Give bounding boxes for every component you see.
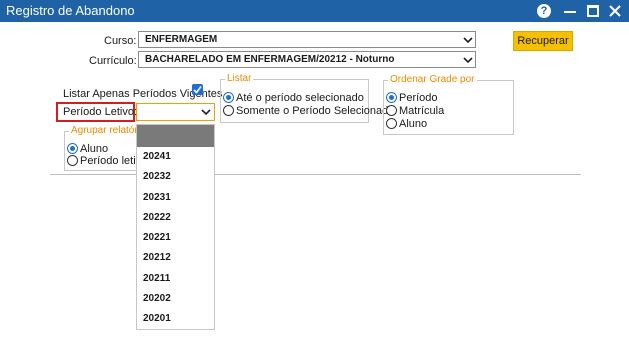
radio-icon	[386, 118, 397, 129]
listar-option-ate[interactable]: Até o período selecionado	[223, 92, 364, 104]
window-title: Registro de Abandono	[6, 3, 135, 18]
periodo-select[interactable]	[136, 103, 215, 121]
close-button[interactable]	[606, 2, 624, 20]
listar-legend: Listar	[225, 73, 254, 84]
radio-selected-icon	[223, 92, 234, 103]
chevron-down-icon	[201, 109, 211, 116]
agrupar-option-label: Aluno	[80, 143, 109, 155]
ordenar-option-label: Aluno	[399, 118, 428, 130]
periodo-option[interactable]: 20202	[137, 289, 214, 309]
periodo-option[interactable]: 20221	[137, 228, 214, 248]
radio-selected-icon	[386, 92, 397, 103]
curso-select[interactable]: ENFERMAGEM	[138, 31, 476, 48]
separator-line	[50, 174, 581, 175]
check-icon	[193, 86, 202, 94]
maximize-icon	[587, 5, 599, 17]
periodo-option[interactable]: 20201	[137, 309, 214, 329]
curriculo-select[interactable]: BACHARELADO EM ENFERMAGEM/20212 - Noturn…	[138, 51, 476, 68]
recuperar-button[interactable]: Recuperar	[513, 31, 573, 51]
ordenar-option-label: Matrícula	[399, 105, 445, 117]
periodo-option[interactable]: 20231	[137, 188, 214, 208]
close-icon	[609, 5, 621, 17]
agrupar-option-aluno[interactable]: Aluno	[67, 143, 108, 155]
curso-value: ENFERMAGEM	[145, 34, 218, 45]
periodo-label: Período Letivo:	[63, 106, 137, 118]
minimize-button[interactable]	[561, 2, 579, 20]
periodo-option[interactable]: 20241	[137, 147, 214, 167]
curriculo-label: Currículo:	[89, 55, 137, 67]
curriculo-value: BACHARELADO EM ENFERMAGEM/20212 - Noturn…	[145, 54, 395, 65]
chevron-down-icon	[463, 37, 473, 44]
ordenar-group: Ordenar Grade por Período Matrícula Alun…	[383, 74, 514, 135]
help-button[interactable]: ?	[535, 2, 553, 20]
listar-option-label: Até o período selecionado	[236, 92, 364, 104]
radio-selected-icon	[67, 143, 78, 154]
curso-label: Curso:	[104, 35, 137, 47]
listar-group: Listar Até o período selecionado Somente…	[220, 73, 394, 123]
ordenar-option-label: Período	[399, 92, 438, 104]
periodo-option[interactable]: 20232	[137, 167, 214, 187]
periodo-option-blank[interactable]	[137, 125, 214, 147]
ordenar-option-periodo[interactable]: Período	[386, 92, 438, 104]
ordenar-legend: Ordenar Grade por	[388, 74, 477, 85]
ordenar-option-matricula[interactable]: Matrícula	[386, 105, 444, 117]
radio-icon	[67, 155, 78, 166]
periodo-option[interactable]: 20212	[137, 248, 214, 268]
ordenar-option-aluno[interactable]: Aluno	[386, 118, 427, 130]
periodo-option[interactable]: 20211	[137, 269, 214, 289]
radio-icon	[223, 105, 234, 116]
listar-option-label: Somente o Período Selecionado	[236, 105, 395, 117]
periodo-dropdown-list[interactable]: 20241 20232 20231 20222 20221 20212 2021…	[136, 124, 215, 330]
minimize-icon	[564, 11, 576, 13]
title-bar: Registro de Abandono ?	[0, 0, 629, 22]
listar-option-somente[interactable]: Somente o Período Selecionado	[223, 105, 394, 117]
chevron-down-icon	[463, 57, 473, 64]
radio-icon	[386, 105, 397, 116]
periodo-option[interactable]: 20222	[137, 208, 214, 228]
listar-vigentes-checkbox[interactable]	[192, 84, 203, 95]
question-circle-icon: ?	[537, 4, 551, 18]
maximize-button[interactable]	[584, 2, 602, 20]
